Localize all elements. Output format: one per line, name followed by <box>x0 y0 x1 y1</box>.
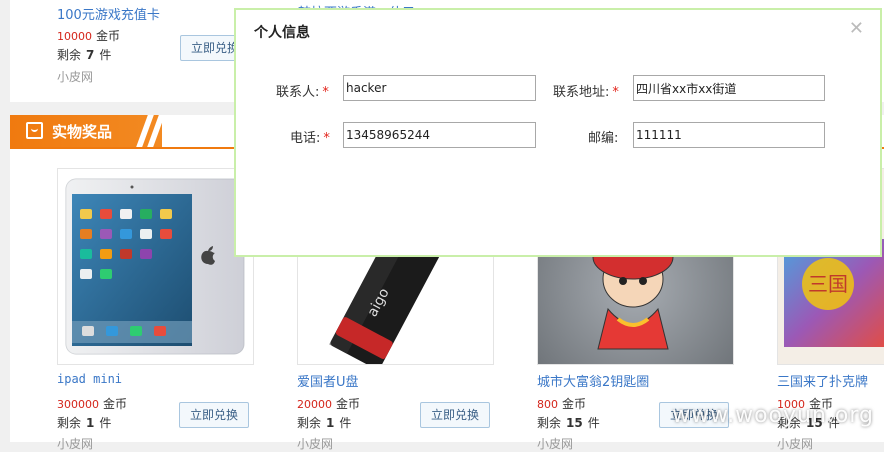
remain-count: 1 <box>326 416 335 430</box>
redeem-button[interactable]: 立即兑换 <box>179 402 249 428</box>
price-value: 20000 <box>297 398 332 411</box>
product-price: 20000 金币 <box>297 395 360 412</box>
product-name-link[interactable]: ipad mini <box>57 372 122 386</box>
remain-count: 7 <box>86 48 95 62</box>
product-name-link[interactable]: 100元游戏充值卡 <box>57 4 160 23</box>
remain-label: 剩余 <box>57 416 82 430</box>
product-price: 10000 金币 <box>57 27 120 44</box>
close-icon[interactable]: ✕ <box>849 18 864 39</box>
watermark: www.wooyun.org <box>672 403 874 428</box>
vendor-label: 小皮网 <box>777 437 814 451</box>
required-mark: * <box>322 85 329 100</box>
required-mark: * <box>323 131 330 146</box>
section-title: 实物奖品 <box>52 123 113 141</box>
remain-unit: 件 <box>99 48 112 62</box>
coin-label: 金币 <box>562 397 587 411</box>
vendor-label: 小皮网 <box>297 437 334 451</box>
stock-remaining: 剩余 1 件 <box>297 414 351 431</box>
product-name-link[interactable]: 三国来了扑克牌 <box>777 371 868 390</box>
phone-label-text: 电话: <box>290 131 321 146</box>
address-field[interactable] <box>633 75 825 101</box>
address-label: 联系地址: * <box>553 81 619 100</box>
product-image-ipad[interactable] <box>57 168 254 365</box>
phone-label: 电话: * <box>290 127 330 146</box>
product-price: 300000 金币 <box>57 395 127 412</box>
price-value: 10000 <box>57 30 92 43</box>
remain-label: 剩余 <box>297 416 322 430</box>
remain-label: 剩余 <box>537 416 562 430</box>
required-mark: * <box>612 85 619 100</box>
coin-label: 金币 <box>336 397 361 411</box>
remain-unit: 件 <box>339 416 352 430</box>
phone-field[interactable] <box>343 122 536 148</box>
contact-label: 联系人: * <box>276 81 329 100</box>
postcode-label: 邮编: <box>588 131 619 146</box>
stock-remaining: 剩余 7 件 <box>57 46 111 63</box>
remain-unit: 件 <box>587 416 600 430</box>
stock-remaining: 剩余 15 件 <box>537 414 600 431</box>
coin-label: 金币 <box>96 29 121 43</box>
stock-remaining: 剩余 1 件 <box>57 414 111 431</box>
dialog-title: 个人信息 <box>254 25 310 41</box>
redeem-button[interactable]: 立即兑换 <box>420 402 490 428</box>
svg-text:三国: 三国 <box>808 272 848 296</box>
product-name-link[interactable]: 城市大富翁2钥匙圈 <box>537 371 649 390</box>
remain-count: 1 <box>86 416 95 430</box>
price-value: 300000 <box>57 398 99 411</box>
contact-field[interactable] <box>343 75 536 101</box>
remain-label: 剩余 <box>57 48 82 62</box>
shopping-bag-icon <box>26 122 43 139</box>
vendor-label: 小皮网 <box>57 70 94 84</box>
price-value: 800 <box>537 398 558 411</box>
product-price: 800 金币 <box>537 395 586 412</box>
vendor-label: 小皮网 <box>537 437 574 451</box>
product-name-link[interactable]: 爱国者U盘 <box>297 371 359 390</box>
contact-label-text: 联系人: <box>276 85 320 100</box>
section-tab: 实物奖品 <box>10 115 165 147</box>
vendor-label: 小皮网 <box>57 437 94 451</box>
remain-count: 15 <box>566 416 583 430</box>
coin-label: 金币 <box>103 397 128 411</box>
postcode-field[interactable] <box>633 122 825 148</box>
address-label-text: 联系地址: <box>553 85 610 100</box>
remain-unit: 件 <box>99 416 112 430</box>
personal-info-dialog: 个人信息 ✕ 联系人:* 联系地址:* 电话:* 邮编: <box>234 8 882 257</box>
